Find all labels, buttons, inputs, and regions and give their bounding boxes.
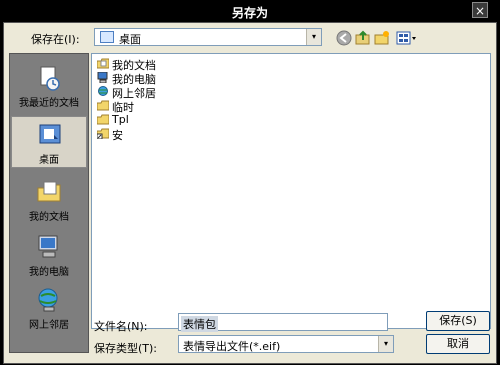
new-folder-icon[interactable] bbox=[374, 30, 390, 46]
folder-icon bbox=[97, 114, 109, 125]
places-my-computer[interactable]: 我的电脑 bbox=[11, 229, 87, 281]
my-computer-icon bbox=[38, 235, 58, 258]
chevron-down-icon[interactable]: ▾ bbox=[378, 336, 393, 352]
places-bar: 我最近的文档 桌面 我的文档 我的电脑 网上邻居 bbox=[9, 53, 89, 353]
file-item-label: 安 bbox=[112, 129, 123, 142]
desktop-icon bbox=[39, 124, 61, 144]
places-label: 我最近的文档 bbox=[19, 98, 79, 109]
filename-value: 表情包 bbox=[181, 316, 218, 332]
chevron-down-icon[interactable]: ▾ bbox=[306, 29, 321, 45]
views-menu-icon[interactable] bbox=[396, 30, 418, 46]
filename-field[interactable]: 表情包 bbox=[178, 313, 388, 332]
network-icon bbox=[98, 86, 108, 96]
filetype-label: 保存类型(T): bbox=[94, 342, 158, 355]
places-recent-documents[interactable]: 我最近的文档 bbox=[11, 60, 87, 112]
dialog-body: 保存在(I): 桌面 ▾ 我最近的文档 桌面 我的文档 我的电脑 网上邻居 我的… bbox=[3, 22, 497, 364]
places-label: 我的电脑 bbox=[29, 267, 69, 278]
folder-icon bbox=[97, 100, 109, 111]
my-documents-icon bbox=[37, 181, 61, 202]
close-button[interactable]: × bbox=[472, 2, 488, 18]
filetype-value: 表情导出文件(*.eif) bbox=[183, 340, 281, 353]
places-network[interactable]: 网上邻居 bbox=[11, 282, 87, 334]
up-folder-icon[interactable] bbox=[355, 30, 371, 46]
back-icon[interactable] bbox=[336, 30, 352, 46]
recent-documents-icon bbox=[40, 66, 60, 91]
dialog-title: 另存为 bbox=[231, 6, 268, 20]
save-in-label: 保存在(I): bbox=[31, 33, 80, 46]
shortcut-folder-icon bbox=[97, 128, 109, 139]
desktop-small-icon bbox=[100, 31, 114, 43]
save-button[interactable]: 保存(S) bbox=[426, 311, 490, 331]
filetype-dropdown[interactable]: 表情导出文件(*.eif) ▾ bbox=[178, 335, 394, 353]
computer-icon bbox=[97, 72, 108, 83]
save-in-dropdown[interactable]: 桌面 ▾ bbox=[94, 28, 322, 46]
filename-label: 文件名(N): bbox=[94, 320, 148, 333]
file-list[interactable]: 我的文档 我的电脑 网上邻居 临时 Tpl 安 bbox=[91, 53, 491, 329]
documents-folder-icon bbox=[97, 58, 109, 69]
title-bar: 另存为 × bbox=[0, 0, 500, 22]
places-label: 我的文档 bbox=[29, 212, 69, 223]
save-in-value: 桌面 bbox=[119, 33, 141, 46]
places-desktop[interactable]: 桌面 bbox=[11, 116, 87, 168]
places-label: 桌面 bbox=[39, 155, 59, 166]
places-label: 网上邻居 bbox=[29, 320, 69, 331]
dialog-window: 另存为 × 保存在(I): 桌面 ▾ 我最近的文档 桌面 我的文档 我的电脑 网… bbox=[0, 0, 500, 365]
places-my-documents[interactable]: 我的文档 bbox=[11, 174, 87, 226]
file-item-label: Tpl bbox=[112, 113, 129, 126]
network-places-icon bbox=[38, 288, 58, 312]
cancel-button[interactable]: 取消 bbox=[426, 334, 490, 354]
